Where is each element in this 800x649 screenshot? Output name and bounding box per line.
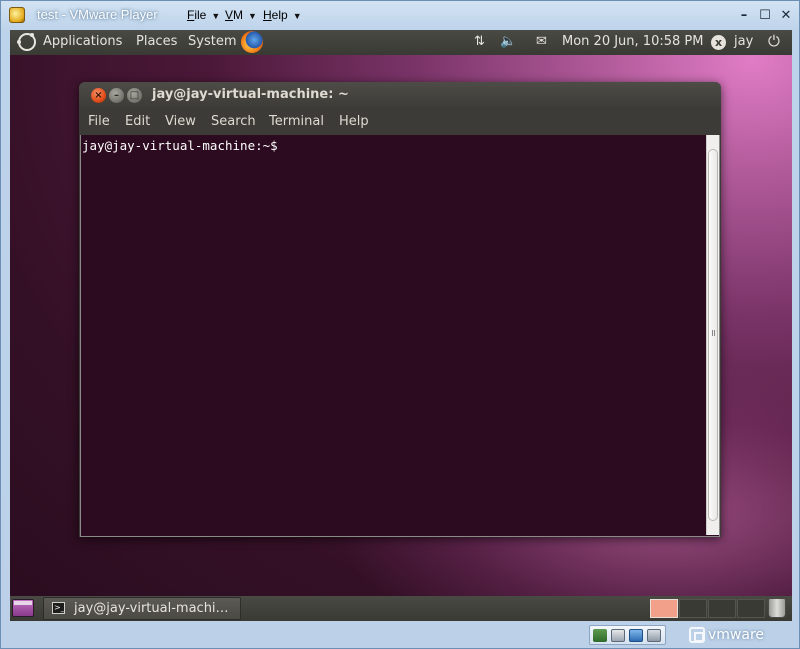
chevron-down-icon: ▼ (292, 11, 302, 21)
guest-desktop[interactable]: Applications Places System ⇅ 🔈 ✉ Mon 20 … (10, 30, 792, 621)
gnome-top-panel: Applications Places System ⇅ 🔈 ✉ Mon 20 … (10, 30, 792, 55)
terminal-menu-view[interactable]: View (165, 114, 196, 129)
host-titlebar[interactable]: test - VMware Player File ▼ VM ▼ Help ▼ – ☐… (1, 1, 800, 30)
show-desktop-icon[interactable] (12, 599, 34, 617)
menu-applications[interactable]: Applications (43, 34, 122, 49)
terminal-scrollbar[interactable] (706, 135, 719, 535)
network-icon[interactable]: ⇅ (474, 34, 485, 49)
user-status-icon[interactable]: x (711, 35, 726, 50)
menu-system[interactable]: System (188, 34, 236, 49)
display-icon[interactable] (629, 629, 643, 642)
grip-icon (712, 330, 715, 336)
menu-places[interactable]: Places (136, 34, 177, 49)
vmware-logo-icon (689, 627, 705, 643)
taskbar-button-label: jay@jay-virtual-machi… (74, 601, 229, 616)
host-menu-file[interactable]: File ▼ (187, 8, 220, 22)
terminal-minimize-button[interactable]: – (109, 88, 124, 103)
workspace-3[interactable] (708, 599, 736, 618)
host-menu-vm[interactable]: VM ▼ (225, 8, 257, 22)
power-icon[interactable]: ⏻ (768, 32, 780, 50)
host-window-title: test - VMware Player (37, 7, 158, 22)
trash-icon[interactable] (768, 598, 786, 618)
gnome-bottom-panel: >_ jay@jay-virtual-machi… (10, 596, 792, 621)
host-minimize-button[interactable]: – (736, 8, 752, 24)
terminal-menu-edit[interactable]: Edit (125, 114, 150, 129)
terminal-menu-terminal[interactable]: Terminal (269, 114, 324, 129)
vmware-player-window: test - VMware Player File ▼ VM ▼ Help ▼ – ☐… (0, 0, 800, 649)
workspace-2[interactable] (679, 599, 707, 618)
terminal-title: jay@jay-virtual-machine: ~ (152, 87, 349, 102)
clock[interactable]: Mon 20 Jun, 10:58 PM (562, 34, 703, 49)
vmware-brand: vmware (708, 627, 765, 643)
firefox-launcher-icon[interactable] (241, 31, 263, 53)
chevron-down-icon: ▼ (211, 11, 221, 21)
shell-prompt: jay@jay-virtual-machine:~$ (82, 138, 278, 153)
volume-icon[interactable]: 🔈 (500, 34, 516, 49)
removable-devices (589, 625, 666, 645)
host-menu-help[interactable]: Help ▼ (263, 8, 302, 22)
host-maximize-button[interactable]: ☐ (757, 8, 773, 24)
terminal-titlebar[interactable]: × – □ jay@jay-virtual-machine: ~ (79, 82, 721, 109)
host-close-button[interactable]: ✕ (778, 8, 794, 24)
workspace-1[interactable] (650, 599, 678, 618)
terminal-menu-file[interactable]: File (88, 114, 110, 129)
taskbar-button-terminal[interactable]: >_ jay@jay-virtual-machi… (43, 597, 241, 620)
hard-disk-icon[interactable] (611, 629, 625, 642)
chevron-down-icon: ▼ (248, 11, 257, 21)
terminal-menu-search[interactable]: Search (211, 114, 256, 129)
ubuntu-logo-icon[interactable] (17, 33, 36, 51)
mail-icon[interactable]: ✉ (536, 34, 547, 49)
network-adapter-icon[interactable] (593, 629, 607, 642)
terminal-window: × – □ jay@jay-virtual-machine: ~ File Ed… (79, 82, 721, 537)
terminal-menubar: File Edit View Search Terminal Help (79, 109, 721, 135)
terminal-menu-help[interactable]: Help (339, 114, 369, 129)
sound-icon[interactable] (647, 629, 661, 642)
terminal-maximize-button[interactable]: □ (127, 88, 142, 103)
terminal-output[interactable]: jay@jay-virtual-machine:~$ (80, 135, 720, 537)
user-menu[interactable]: jay (734, 34, 753, 49)
terminal-icon: >_ (52, 602, 65, 614)
terminal-close-button[interactable]: × (91, 88, 106, 103)
workspace-4[interactable] (737, 599, 765, 618)
vmware-status-bar: vmware (1, 621, 800, 649)
vmware-player-icon[interactable] (9, 7, 25, 23)
scrollbar-thumb[interactable] (708, 149, 718, 521)
